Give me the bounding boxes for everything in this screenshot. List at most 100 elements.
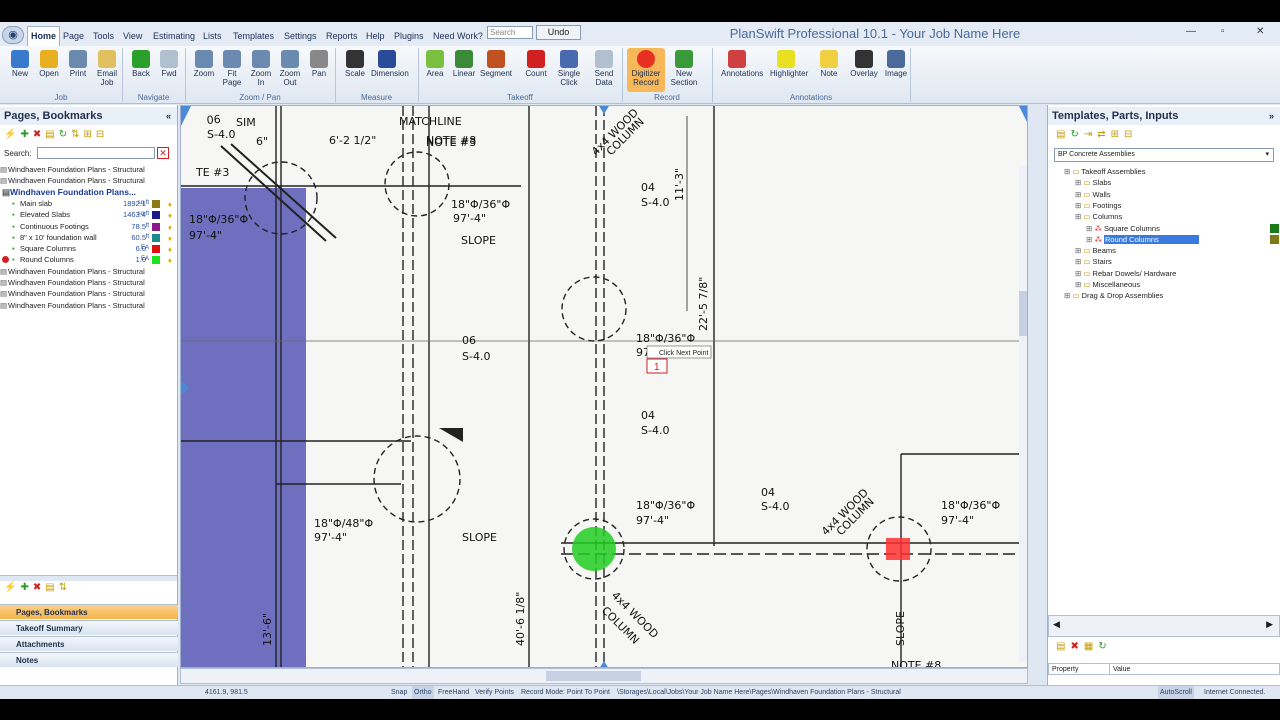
nav-tab-notes[interactable]: Notes bbox=[0, 652, 178, 667]
template-tree-item[interactable]: ⊞ ▭ Rebar Dowels/ Hardware bbox=[1075, 268, 1176, 279]
page-item[interactable]: ▤ Windhaven Foundation Plans - Structural bbox=[0, 277, 176, 288]
menu-tab-estimating[interactable]: Estimating bbox=[150, 28, 198, 44]
note-button[interactable]: Note bbox=[813, 50, 845, 78]
new-section-button[interactable]: New Section bbox=[668, 50, 700, 87]
restore-icon[interactable]: ▫ bbox=[1221, 26, 1225, 37]
splitter[interactable] bbox=[0, 575, 177, 581]
menu-tab-templates[interactable]: Templates bbox=[230, 28, 277, 44]
page-item[interactable]: ▤ Windhaven Foundation Plans - Structural bbox=[0, 266, 176, 277]
page-item[interactable]: ▤ Windhaven Foundation Plans - Structural bbox=[0, 288, 176, 299]
color-swatch[interactable] bbox=[152, 211, 160, 220]
scale-button[interactable]: Scale bbox=[339, 50, 371, 78]
autoscroll-toggle[interactable]: AutoScroll bbox=[1158, 686, 1194, 699]
linear-button[interactable]: Linear bbox=[448, 50, 480, 78]
menu-tab-view[interactable]: View bbox=[120, 28, 145, 44]
page-item[interactable]: ▤ Windhaven Foundation Plans - Structural bbox=[0, 175, 176, 186]
menu-tab-settings[interactable]: Settings bbox=[281, 28, 320, 44]
expand-icon[interactable]: » bbox=[1269, 107, 1274, 125]
nav-tab-takeoff-summary[interactable]: Takeoff Summary bbox=[0, 620, 178, 635]
horizontal-scrollbar[interactable] bbox=[180, 668, 1028, 684]
h-scroll-thumb[interactable] bbox=[546, 671, 641, 681]
single-click-button[interactable]: Single Click bbox=[553, 50, 585, 87]
zoom-in-button[interactable]: Zoom In bbox=[245, 50, 277, 87]
takeoff-item[interactable]: ▪ Main slab 1892.1 sq ft ♦ bbox=[0, 198, 176, 209]
fit-page-button[interactable]: Fit Page bbox=[216, 50, 248, 87]
segment-button[interactable]: Segment bbox=[480, 50, 512, 78]
round-column-marker[interactable] bbox=[572, 527, 616, 571]
right-hscrollbar[interactable]: ◀ ▶ bbox=[1048, 615, 1280, 637]
email-job-button[interactable]: Email Job bbox=[91, 50, 123, 87]
color-swatch[interactable] bbox=[152, 256, 160, 265]
menu-tab-page[interactable]: Page bbox=[60, 28, 87, 44]
count-button[interactable]: Count bbox=[520, 50, 552, 78]
template-tree-item[interactable]: ⊞ ▭ Takeoff Assemblies bbox=[1064, 166, 1145, 177]
overlay-button[interactable]: Overlay bbox=[848, 50, 880, 78]
square-column-marker[interactable] bbox=[886, 538, 910, 560]
minimize-icon[interactable]: — bbox=[1186, 26, 1196, 37]
color-swatch[interactable] bbox=[152, 233, 160, 242]
prop-toolbar-icons[interactable]: ▤✖▦↻ bbox=[1056, 641, 1112, 652]
page-item[interactable]: ▤ Windhaven Foundation Plans - Structural bbox=[0, 164, 176, 175]
scroll-left-icon[interactable]: ◀ bbox=[1053, 619, 1060, 630]
nav-tab-pages-bookmarks[interactable]: Pages, Bookmarks bbox=[0, 604, 178, 619]
collapse-icon[interactable]: « bbox=[166, 107, 171, 125]
template-tree-item[interactable]: ⊞ ▭ Miscellaneous bbox=[1075, 279, 1140, 290]
template-color-swatch[interactable] bbox=[1270, 234, 1279, 244]
menu-tab-help[interactable]: Help bbox=[363, 28, 388, 44]
menu-tab-home[interactable]: Home bbox=[27, 26, 61, 46]
template-color-swatch[interactable] bbox=[1270, 223, 1279, 233]
drawing-canvas[interactable]: 06 S-4.0 SIM MATCHLINE NOTE #8 6'-2 1/2" 6" 4x4… bbox=[180, 105, 1028, 668]
menu-tab-plugins[interactable]: Plugins bbox=[391, 28, 427, 44]
template-tree-item[interactable]: ⊞ ▭ Footings bbox=[1075, 200, 1121, 211]
scroll-thumb[interactable] bbox=[1019, 291, 1027, 336]
freehand-toggle[interactable]: FreeHand bbox=[438, 686, 469, 699]
template-tree-item[interactable]: ⊞ ⁂ Round Columns bbox=[1086, 234, 1199, 245]
takeoff-item[interactable]: ▪ Elevated Slabs 1463.4 sq ft ♦ bbox=[0, 209, 176, 220]
digitizer-record-button[interactable]: Digitizer Record bbox=[627, 48, 665, 92]
takeoff-item[interactable]: ▪ Square Columns 6.0 EA ♦ bbox=[0, 243, 176, 254]
open-button[interactable]: Open bbox=[33, 50, 65, 78]
color-swatch[interactable] bbox=[152, 222, 160, 231]
ortho-toggle[interactable]: Ortho bbox=[412, 686, 434, 699]
takeoff-item[interactable]: ▪ Continuous Footings 78.5 ft ♦ bbox=[0, 221, 176, 232]
area-button[interactable]: Area bbox=[419, 50, 451, 78]
nav-tab-attachments[interactable]: Attachments bbox=[0, 636, 178, 651]
new-button[interactable]: New bbox=[4, 50, 36, 78]
pan-button[interactable]: Pan bbox=[303, 50, 335, 78]
zoom-out-button[interactable]: Zoom Out bbox=[274, 50, 306, 87]
template-tree-item[interactable]: ⊞ ▭ Drag & Drop Assemblies bbox=[1064, 290, 1163, 301]
undo-button[interactable]: Undo bbox=[536, 25, 581, 40]
takeoff-item[interactable]: ▪ Round Columns 1.0 EA ♦ bbox=[0, 254, 176, 265]
snap-toggle[interactable]: Snap bbox=[391, 686, 407, 699]
template-tree-item[interactable]: ⊞ ⁂ Square Columns bbox=[1086, 223, 1160, 234]
toolbar-icons[interactable]: ⚡✚✖▤↻⇅⊞⊟ bbox=[4, 129, 108, 140]
close-icon[interactable]: ✕ bbox=[1256, 26, 1264, 37]
color-swatch[interactable] bbox=[152, 199, 160, 208]
verify-points-toggle[interactable]: Verify Points bbox=[475, 686, 514, 699]
fwd-button[interactable]: Fwd bbox=[153, 50, 185, 78]
color-swatch[interactable] bbox=[152, 245, 160, 254]
template-tree-item[interactable]: ⊞ ▭ Columns bbox=[1075, 211, 1122, 222]
send-data-button[interactable]: Send Data bbox=[588, 50, 620, 87]
template-tree-item[interactable]: ⊞ ▭ Beams bbox=[1075, 245, 1116, 256]
pages-search-input[interactable] bbox=[37, 147, 155, 159]
app-menu-button[interactable]: ◉ bbox=[2, 26, 24, 44]
assembly-dropdown[interactable]: BP Concrete Assemblies ▾ bbox=[1054, 148, 1274, 162]
highlighter-button[interactable]: Highlighter bbox=[770, 50, 808, 78]
annotations-button[interactable]: Annotations bbox=[721, 50, 763, 78]
menu-tab-need-work[interactable]: Need Work? bbox=[430, 28, 486, 44]
search-input[interactable]: Search bbox=[487, 26, 533, 39]
clear-search-icon[interactable]: ✕ bbox=[157, 147, 169, 159]
template-tree-item[interactable]: ⊞ ▭ Walls bbox=[1075, 189, 1111, 200]
page-item[interactable]: ▤ Windhaven Foundation Plans - Structural bbox=[0, 300, 176, 311]
takeoff-item[interactable]: ▪ 8" x 10' foundation wall 60.5 ft ♦ bbox=[0, 232, 176, 243]
lower-toolbar-icons[interactable]: ⚡✚✖▤⇅ bbox=[4, 582, 71, 593]
menu-tab-lists[interactable]: Lists bbox=[200, 28, 225, 44]
blueprint-drawing[interactable]: 06S-4.0SIM MATCHLINENOTE #86'-2 1/2"6" 4x4… bbox=[181, 106, 1028, 668]
template-tree-item[interactable]: ⊞ ▭ Stairs bbox=[1075, 256, 1112, 267]
image-button[interactable]: Image bbox=[880, 50, 912, 78]
dimension-button[interactable]: Dimension bbox=[371, 50, 409, 78]
print-button[interactable]: Print bbox=[62, 50, 94, 78]
scroll-right-icon[interactable]: ▶ bbox=[1266, 619, 1273, 630]
page-item[interactable]: ▤ Windhaven Foundation Plans... bbox=[0, 187, 176, 198]
